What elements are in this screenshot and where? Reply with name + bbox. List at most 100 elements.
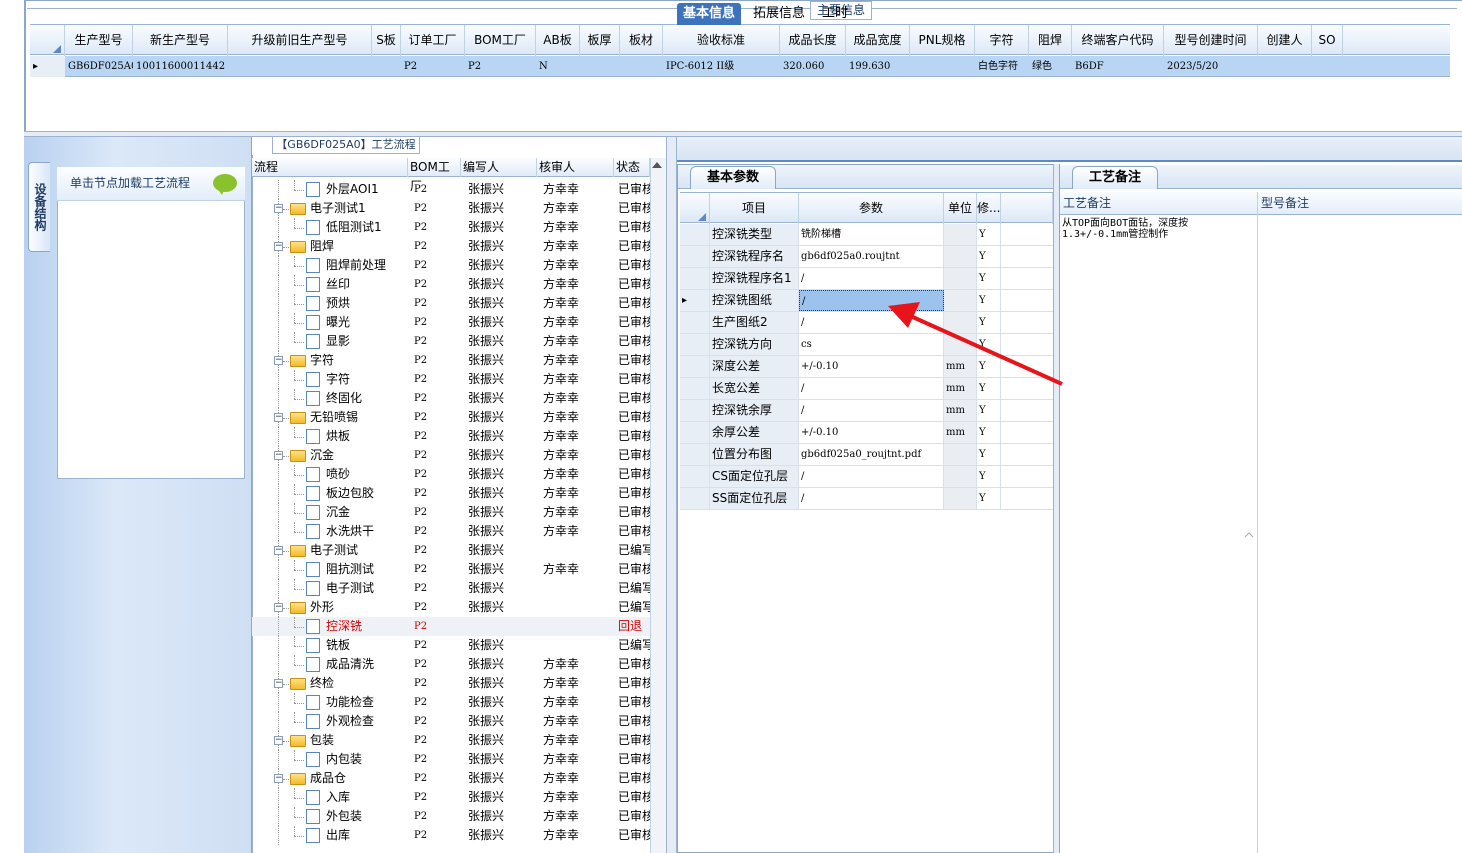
flow-column-header[interactable]: 状态: [614, 158, 650, 177]
flow-name[interactable]: 内包装: [326, 750, 408, 769]
flow-name[interactable]: 喷砂: [326, 465, 408, 484]
cell[interactable]: 320.060: [780, 56, 846, 77]
flow-column-header[interactable]: BOM工厂: [408, 158, 461, 193]
flow-name[interactable]: 板边包胶: [326, 484, 408, 503]
flow-name[interactable]: 无铅喷锡: [310, 408, 408, 427]
column-header[interactable]: 型号创建时间: [1164, 25, 1258, 56]
flow-name[interactable]: 曝光: [326, 313, 408, 332]
column-header[interactable]: 板厚: [580, 25, 620, 56]
column-header[interactable]: 字符: [975, 25, 1029, 56]
column-header[interactable]: 板材: [620, 25, 663, 56]
row-indicator[interactable]: [680, 378, 710, 399]
row-indicator[interactable]: [680, 444, 710, 465]
flow-scrollbar[interactable]: [650, 158, 666, 853]
flow-name[interactable]: 电子测试1: [310, 199, 408, 218]
cell[interactable]: [580, 56, 620, 77]
collapse-toggle-icon[interactable]: −: [274, 451, 283, 460]
row-indicator[interactable]: ▸: [30, 56, 65, 77]
param-param[interactable]: /: [799, 268, 944, 289]
flow-name[interactable]: 丝印: [326, 275, 408, 294]
flow-row[interactable]: − 终检 P2 张振兴 方幸幸 已审核: [252, 674, 650, 693]
cell[interactable]: [620, 56, 663, 77]
param-param[interactable]: /: [799, 488, 944, 509]
flow-row[interactable]: 终固化 P2 张振兴 方幸幸 已审核: [252, 389, 650, 408]
cell[interactable]: 绿色: [1029, 56, 1072, 77]
param-param[interactable]: /: [799, 466, 944, 487]
flow-name[interactable]: 阻焊: [310, 237, 408, 256]
column-header[interactable]: 成品长度: [780, 25, 846, 56]
flow-name[interactable]: 电子测试: [310, 541, 408, 560]
cell[interactable]: [910, 56, 975, 77]
cell[interactable]: P2: [465, 56, 536, 77]
flow-row[interactable]: 铣板 P2 张振兴 已编写: [252, 636, 650, 655]
param-column-header[interactable]: 单位: [944, 193, 977, 224]
cell[interactable]: GB6DF025A0: [65, 56, 133, 77]
cell[interactable]: [1312, 56, 1343, 77]
remark-scroll-up-icon[interactable]: [1242, 218, 1256, 852]
param-row[interactable]: SS面定位孔层 / Y: [680, 488, 1053, 510]
flow-name[interactable]: 包装: [310, 731, 408, 750]
tab-equipment-structure[interactable]: 设备结构: [28, 162, 50, 252]
cell[interactable]: P2: [401, 56, 465, 77]
flow-name[interactable]: 水洗烘干: [326, 522, 408, 541]
vertical-splitter[interactable]: [666, 137, 677, 853]
param-row[interactable]: CS面定位孔层 / Y: [680, 466, 1053, 488]
cell[interactable]: [1258, 56, 1312, 77]
row-selector-header[interactable]: [680, 193, 710, 224]
tab-basic-params[interactable]: 基本参数: [690, 166, 776, 189]
cell[interactable]: IPC-6012 II级: [663, 56, 780, 77]
flow-row[interactable]: 外观检查 P2 张振兴 方幸幸 已审核: [252, 712, 650, 731]
flow-row[interactable]: 出库 P2 张振兴 方幸幸 已审核: [252, 826, 650, 845]
cell[interactable]: B6DF: [1072, 56, 1164, 77]
flow-name[interactable]: 阻焊前处理: [326, 256, 408, 275]
row-indicator[interactable]: [680, 400, 710, 421]
param-row[interactable]: 控深铣余厚 / mm Y: [680, 400, 1053, 422]
flow-name[interactable]: 控深铣: [326, 617, 408, 636]
row-selector-header[interactable]: [30, 25, 65, 56]
scroll-up-icon[interactable]: [652, 162, 662, 168]
column-header[interactable]: 生产型号: [65, 25, 133, 56]
flow-row[interactable]: − 沉金 P2 张振兴 方幸幸 已审核: [252, 446, 650, 465]
column-header[interactable]: 验收标准: [663, 25, 780, 56]
process-remark-text[interactable]: 从TOP面向BOT面钻，深度按 1.3+/-0.1mm管控制作: [1062, 218, 1242, 240]
flow-row[interactable]: 入库 P2 张振兴 方幸幸 已审核: [252, 788, 650, 807]
column-header[interactable]: 阻焊: [1029, 25, 1072, 56]
row-indicator[interactable]: [680, 312, 710, 333]
flow-name[interactable]: 入库: [326, 788, 408, 807]
param-column-header[interactable]: 修...: [977, 193, 1001, 224]
flow-row[interactable]: 功能检查 P2 张振兴 方幸幸 已审核: [252, 693, 650, 712]
param-row[interactable]: 控深铣类型 铣阶梯槽 Y: [680, 224, 1053, 246]
tab-basic-info[interactable]: 基本信息: [677, 3, 742, 25]
tab-work-hours[interactable]: 工时: [816, 3, 854, 25]
flow-row[interactable]: − 成品仓 P2 张振兴 方幸幸 已审核: [252, 769, 650, 788]
collapse-toggle-icon[interactable]: −: [274, 736, 283, 745]
collapse-toggle-icon[interactable]: −: [274, 603, 283, 612]
flow-name[interactable]: 功能检查: [326, 693, 408, 712]
flow-name[interactable]: 外层AOI1: [326, 180, 408, 199]
flow-row[interactable]: 喷砂 P2 张振兴 方幸幸 已审核: [252, 465, 650, 484]
param-param[interactable]: +/-0.10: [799, 422, 944, 443]
column-header[interactable]: SO: [1312, 25, 1343, 56]
flow-row[interactable]: 显影 P2 张振兴 方幸幸 已审核: [252, 332, 650, 351]
param-param[interactable]: gb6df025a0_roujtnt.pdf: [799, 444, 944, 465]
flow-column-header[interactable]: 编写人: [461, 158, 537, 177]
collapse-toggle-icon[interactable]: −: [274, 774, 283, 783]
main-info-row[interactable]: ▸ GB6DF025A0 10011600011442 P2 P2 N IPC-6012 I…: [30, 56, 1450, 77]
flow-name[interactable]: 终检: [310, 674, 408, 693]
flow-name[interactable]: 电子测试: [326, 579, 408, 598]
flow-name[interactable]: 铣板: [326, 636, 408, 655]
flow-row[interactable]: 板边包胶 P2 张振兴 方幸幸 已审核: [252, 484, 650, 503]
column-header[interactable]: BOM工厂: [465, 25, 536, 56]
flow-row[interactable]: 水洗烘干 P2 张振兴 方幸幸 已审核: [252, 522, 650, 541]
param-row[interactable]: 控深铣程序名1/ Y: [680, 268, 1053, 290]
param-row[interactable]: 控深铣程序名 gb6df025a0.roujtnt Y: [680, 246, 1053, 268]
column-header[interactable]: 成品宽度: [846, 25, 910, 56]
flow-name[interactable]: 出库: [326, 826, 408, 845]
column-header[interactable]: 新生产型号: [133, 25, 228, 56]
flow-name[interactable]: 低阻测试1: [326, 218, 408, 237]
collapse-toggle-icon[interactable]: −: [274, 413, 283, 422]
row-indicator[interactable]: [680, 466, 710, 487]
flow-name[interactable]: 沉金: [310, 446, 408, 465]
flow-row[interactable]: − 外形 P2 张振兴 已编写: [252, 598, 650, 617]
param-column-header[interactable]: [1001, 193, 1053, 224]
